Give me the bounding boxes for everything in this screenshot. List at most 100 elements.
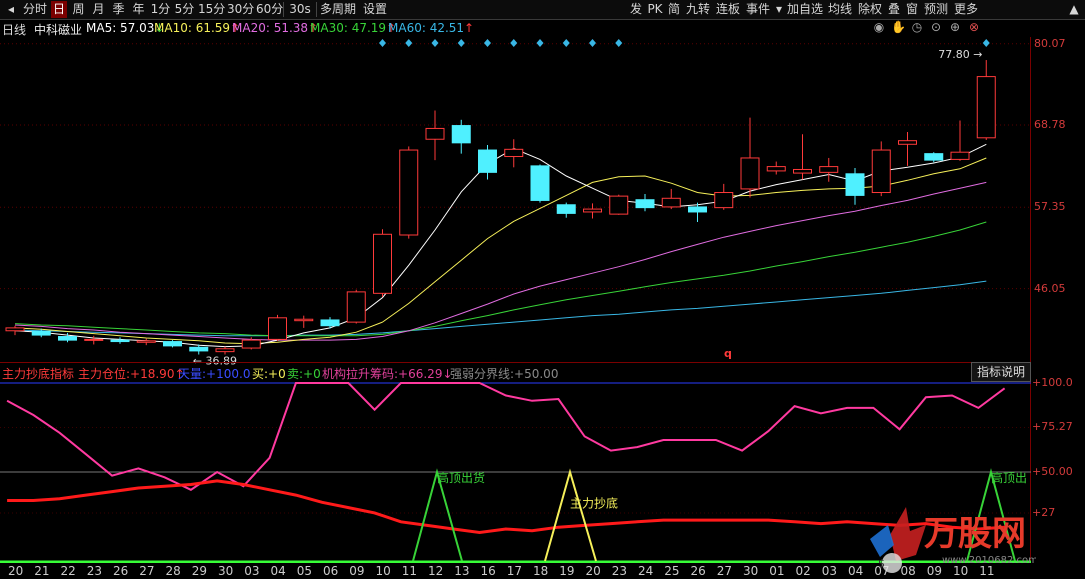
signal-diamond (405, 39, 413, 47)
candle-down (478, 149, 497, 173)
candle-up (5, 327, 25, 332)
collapse-toolbar-icon[interactable]: ▲ (1066, 1, 1082, 18)
tab-period-10[interactable]: 60分 (256, 1, 283, 18)
candle (924, 152, 944, 163)
toolbar-item-5[interactable]: 事件 (744, 1, 772, 18)
signal-diamond (982, 39, 990, 47)
stock-name[interactable]: 中科磁业 (34, 21, 82, 38)
sky-volume-value: 天量:+100.0 (178, 367, 251, 381)
toolbar-item-6[interactable]: 加自选 (786, 1, 824, 18)
candle-up (766, 166, 786, 172)
toolbar-item-9[interactable]: 叠 (886, 1, 902, 18)
candle-down (31, 330, 51, 336)
date-tick: 26 (113, 564, 129, 578)
price-tick: 68.78 (1034, 117, 1066, 131)
date-tick: 20 (585, 564, 601, 578)
event-dropdown-icon[interactable]: ▾ (774, 1, 784, 18)
signal-diamond (510, 39, 518, 47)
candle (609, 194, 629, 215)
ma10-value: MA10: 61.59↑ (154, 21, 241, 35)
candle-up (740, 157, 760, 190)
toolbar-item-0[interactable]: 发 (628, 1, 644, 18)
candle-up (425, 127, 445, 140)
tab-period-3[interactable]: 月 (90, 1, 107, 18)
candle-up (714, 192, 734, 209)
tab-period-12[interactable]: 多周期 (318, 1, 358, 18)
price-tick: 46.05 (1034, 281, 1066, 295)
date-tick: 11 (401, 564, 418, 578)
toolbar-item-3[interactable]: 九转 (684, 1, 712, 18)
candle-up (950, 151, 970, 160)
date-tick: 27 (716, 564, 733, 578)
candle (215, 346, 235, 355)
toolbar-item-10[interactable]: 窗 (904, 1, 920, 18)
candle (819, 157, 839, 182)
signal-diamond (562, 39, 570, 47)
candle-down (924, 153, 944, 161)
candle-up (976, 76, 996, 139)
date-tick: 24 (638, 564, 654, 578)
candle (714, 183, 734, 210)
toolbar-item-11[interactable]: 预测 (922, 1, 950, 18)
toolbar-scroll-left[interactable]: ◂ (4, 1, 18, 18)
candle-up (268, 317, 287, 340)
candle (766, 161, 786, 175)
candle (425, 110, 445, 161)
candle-down (58, 336, 77, 341)
tab-period-6[interactable]: 1分 (150, 1, 171, 18)
date-tick: 05 (296, 564, 313, 578)
candle (793, 134, 812, 180)
signal-diamond (536, 39, 544, 47)
indicator-help-button[interactable]: 指标说明 (971, 362, 1031, 382)
tab-period-5[interactable]: 年 (130, 1, 147, 18)
tab-period-0[interactable]: 分时 (22, 1, 48, 18)
top-sell-label-2: 高顶出 (991, 470, 1027, 485)
date-tick: 01 (769, 564, 785, 578)
signal-triangle-bottom (544, 468, 597, 562)
date-tick: 17 (506, 564, 523, 578)
toolbar-separator (283, 2, 284, 17)
candle (163, 340, 182, 348)
toolbar-item-12[interactable]: 更多 (952, 1, 980, 18)
toolbar-item-2[interactable]: 简 (666, 1, 682, 18)
candle (478, 145, 497, 180)
candle (504, 139, 524, 168)
chart-canvas[interactable]: 77.80 →← 36.89q高顶出货主力抄底高顶出 (0, 37, 1031, 563)
candle (294, 315, 314, 328)
candle (661, 188, 681, 210)
series-ma10-line (14, 157, 987, 345)
candle (451, 119, 471, 154)
tab-period-11[interactable]: 30s (285, 1, 315, 18)
tab-period-13[interactable]: 设置 (361, 1, 389, 18)
date-tick: 03 (244, 564, 260, 578)
candle-up (898, 140, 917, 145)
brand-logo: $ 万股网 www.2010682.com (870, 507, 1036, 573)
date-tick: 29 (191, 564, 208, 578)
indicator-name[interactable]: 主力抄底指标 (2, 365, 74, 382)
toolbar-item-8[interactable]: 除权 (856, 1, 884, 18)
candle-down (163, 341, 182, 347)
candle-down (320, 319, 340, 327)
marker-q: q (724, 347, 732, 360)
tab-period-1[interactable]: 日 (51, 1, 67, 18)
tab-period-7[interactable]: 5分 (174, 1, 195, 18)
date-tick: 30 (743, 564, 759, 578)
tab-period-2[interactable]: 周 (70, 1, 87, 18)
candle-up (609, 195, 629, 215)
signal-diamond (615, 39, 623, 47)
ma20-value: MA20: 51.38↑ (232, 21, 319, 35)
candle-up (84, 338, 104, 341)
candle (976, 60, 996, 140)
tab-period-9[interactable]: 30分 (227, 1, 254, 18)
signal-diamond (484, 39, 491, 47)
toolbar-item-1[interactable]: PK (646, 1, 664, 18)
tab-period-8[interactable]: 15分 (198, 1, 225, 18)
logo-subtext: www.2010682.com (942, 555, 1036, 566)
tab-period-4[interactable]: 季 (110, 1, 127, 18)
candle-up (793, 168, 812, 174)
chip-line (6, 382, 1006, 491)
toolbar-item-7[interactable]: 均线 (826, 1, 854, 18)
candle (268, 314, 287, 341)
date-tick: 16 (480, 564, 496, 578)
toolbar-item-4[interactable]: 连板 (714, 1, 742, 18)
